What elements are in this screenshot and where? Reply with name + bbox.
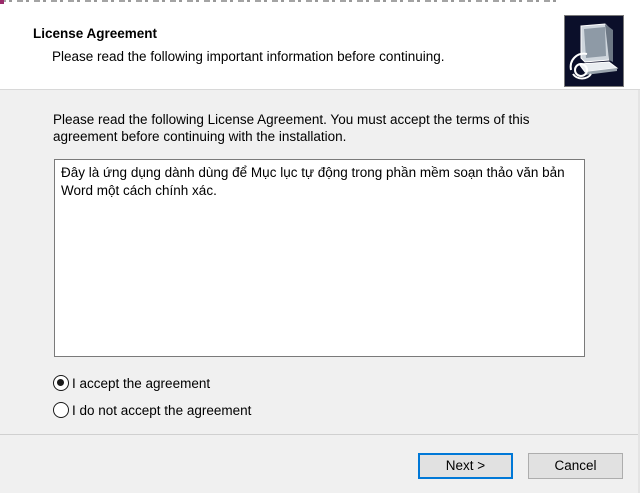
- decline-agreement-radio[interactable]: I do not accept the agreement: [53, 402, 251, 418]
- radio-unselected-icon[interactable]: [53, 402, 69, 418]
- license-text: Đây là ứng dụng dành dùng để Mục lục tự …: [61, 165, 565, 198]
- setup-wizard-window: License Agreement Please read the follow…: [0, 0, 640, 493]
- page-title: License Agreement: [33, 26, 158, 41]
- installer-computer-icon: [564, 15, 624, 87]
- wizard-header: License Agreement Please read the follow…: [0, 4, 640, 90]
- installer-computer-icon-graphic: [565, 16, 623, 86]
- footer-divider: [0, 434, 640, 435]
- license-text-box[interactable]: Đây là ứng dụng dành dùng để Mục lục tự …: [54, 159, 585, 357]
- cancel-button[interactable]: Cancel: [528, 453, 623, 479]
- license-instructions: Please read the following License Agreem…: [53, 112, 530, 144]
- page-subtitle: Please read the following important info…: [52, 49, 445, 64]
- title-text-remnant: [0, 0, 560, 2]
- next-button[interactable]: Next >: [418, 453, 513, 479]
- decline-agreement-label: I do not accept the agreement: [72, 402, 252, 418]
- accept-agreement-radio[interactable]: I accept the agreement: [53, 375, 210, 391]
- accept-agreement-label: I accept the agreement: [72, 375, 211, 391]
- radio-selected-icon[interactable]: [53, 375, 69, 391]
- radio-dot-icon: [57, 379, 64, 386]
